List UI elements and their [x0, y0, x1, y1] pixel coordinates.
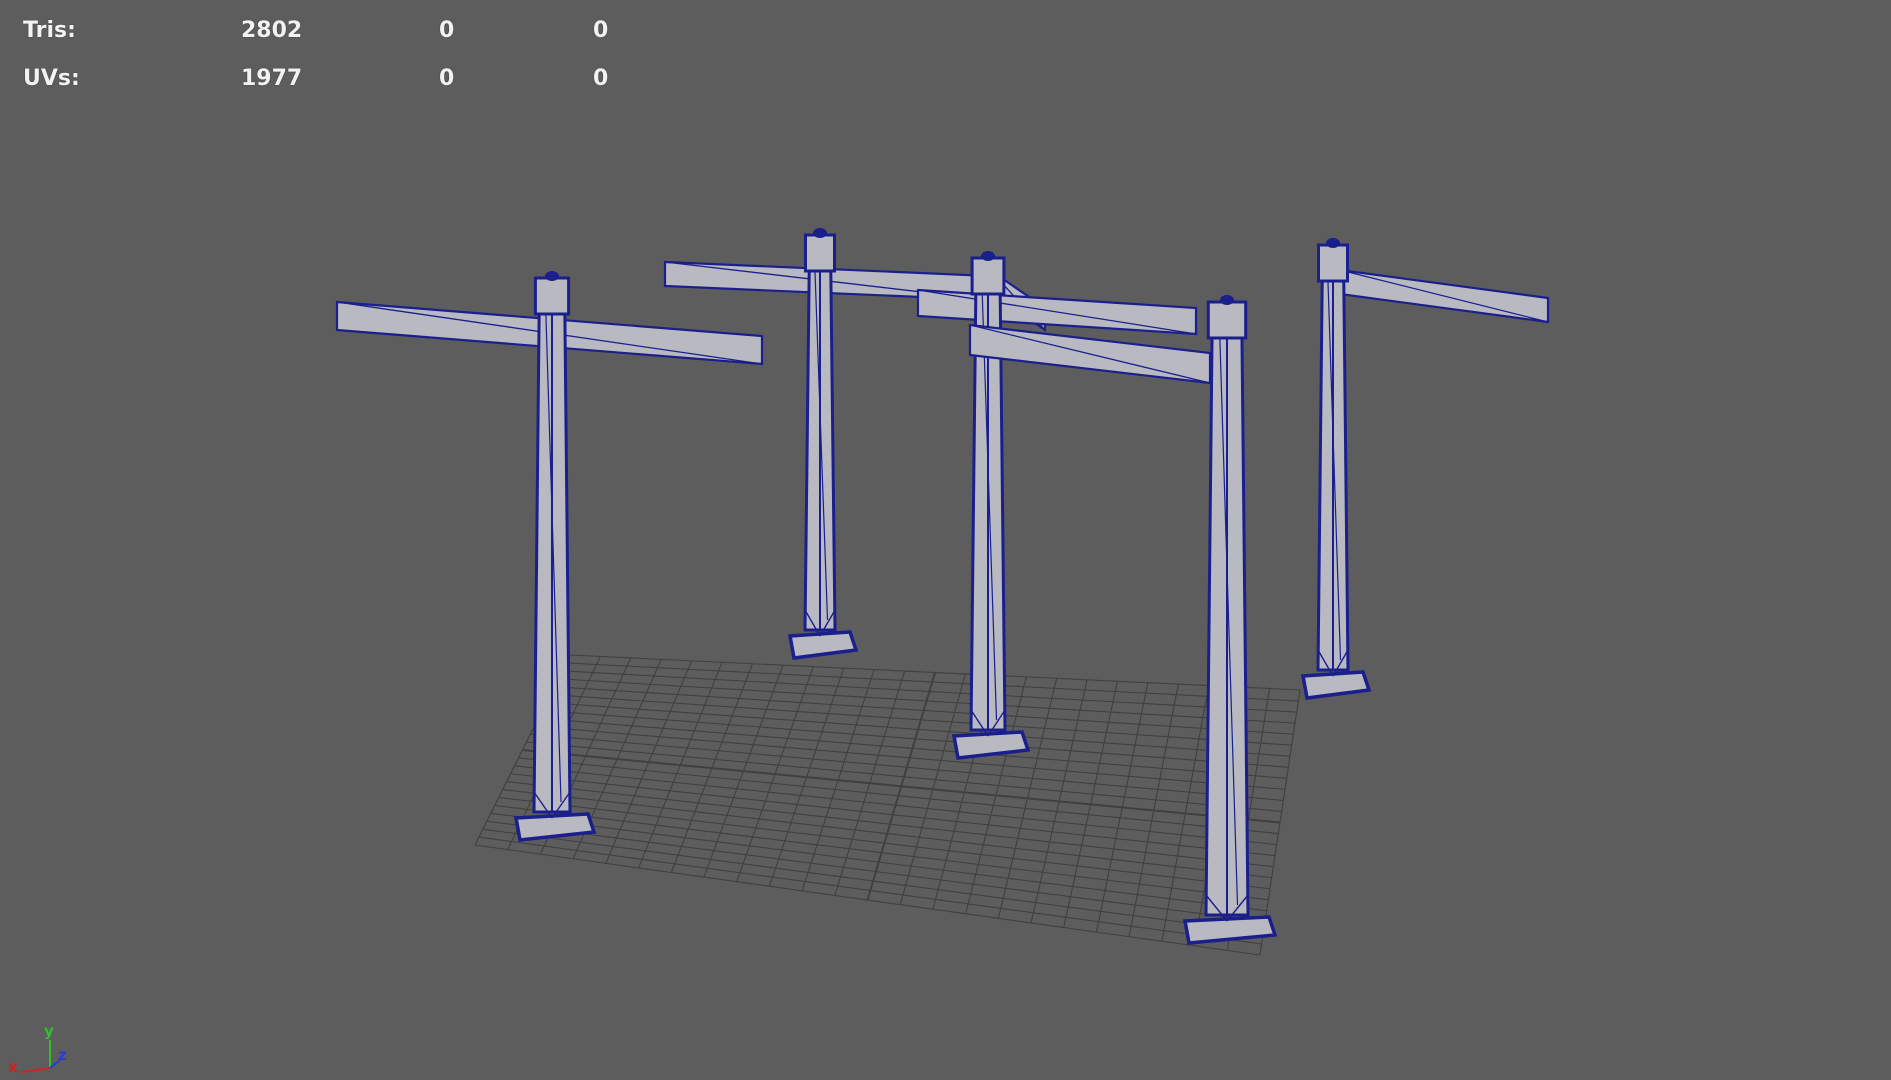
- grid-line: [1030, 679, 1088, 924]
- footing: [1300, 670, 1372, 700]
- grid-line: [899, 673, 966, 905]
- footing: [513, 812, 597, 842]
- y-axis-label: y: [44, 1022, 54, 1040]
- grid-line: [482, 828, 1264, 934]
- capital: [1317, 243, 1349, 283]
- capital: [970, 256, 1006, 296]
- capital-knob: [545, 271, 559, 281]
- column-left: [335, 271, 764, 842]
- grid-line: [1259, 689, 1301, 956]
- capital: [804, 233, 836, 273]
- scene-canvas[interactable]: [0, 0, 1891, 1080]
- capital: [1206, 300, 1248, 340]
- column-meshes[interactable]: [335, 228, 1550, 945]
- capital-knob: [981, 251, 995, 261]
- grid-line: [514, 765, 1277, 846]
- footing: [951, 730, 1031, 760]
- ground-grid: [474, 654, 1301, 956]
- grid-line: [522, 749, 1281, 824]
- column-center: [916, 251, 1198, 760]
- capital-knob: [1326, 238, 1340, 248]
- x-axis-line: [21, 1067, 51, 1073]
- capital-knob: [813, 228, 827, 238]
- footing: [1182, 915, 1278, 945]
- axis-gizmo: y x z: [8, 1022, 67, 1076]
- grid-line: [478, 836, 1262, 945]
- capital-knob: [1220, 295, 1234, 305]
- grid-line: [474, 844, 1261, 956]
- grid-line: [997, 678, 1058, 919]
- footing: [787, 630, 859, 660]
- z-axis-label: z: [58, 1046, 67, 1064]
- x-axis-label: x: [8, 1058, 18, 1076]
- capital: [533, 276, 571, 316]
- 3d-viewport[interactable]: Tris: 2802 0 0 UVs: 1977 0 0 y x z: [0, 0, 1891, 1080]
- column-far-right: [1300, 238, 1550, 700]
